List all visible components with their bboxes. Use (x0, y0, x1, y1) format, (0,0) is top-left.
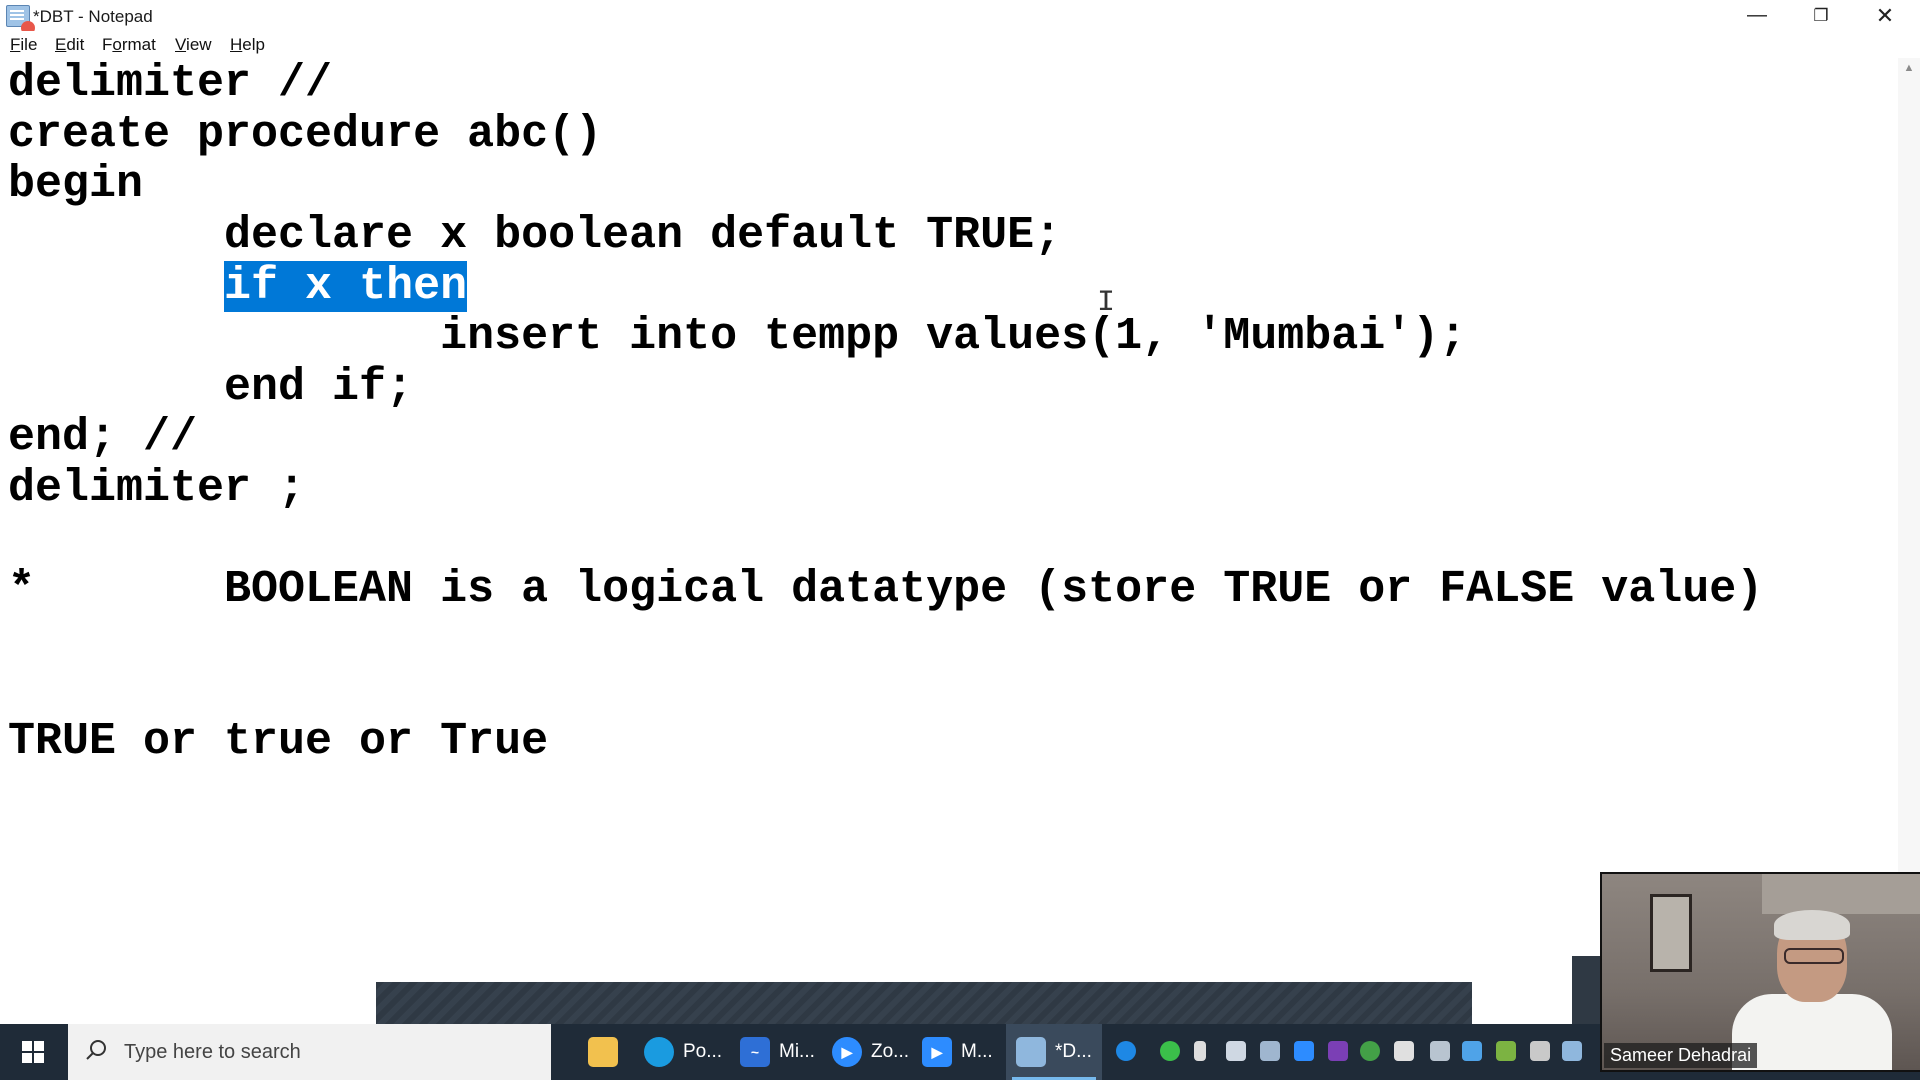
code-line: insert into tempp values(1, 'Mumbai'); (8, 311, 1467, 362)
menu-help-label: elp (242, 35, 265, 54)
maximize-button[interactable]: ❐ (1790, 0, 1852, 31)
code-line: if x then (8, 261, 468, 312)
help-icon[interactable] (1116, 1041, 1136, 1061)
taskbar-app-label: *D... (1055, 1041, 1092, 1062)
close-button[interactable]: ✕ (1854, 0, 1916, 31)
webcam-ceiling (1762, 874, 1920, 914)
notepad-icon (1016, 1037, 1046, 1067)
wifi-icon[interactable] (1430, 1041, 1450, 1061)
menu-file[interactable]: File (10, 35, 37, 55)
zoom-icon: ▶ (832, 1037, 862, 1067)
taskbar-app-label: Po... (683, 1041, 723, 1062)
scroll-up-icon[interactable]: ▲ (1898, 62, 1920, 78)
snowflake-icon[interactable] (1462, 1041, 1482, 1061)
menu-file-accel: F (10, 35, 21, 54)
code-line: declare x boolean default TRUE; (8, 210, 1062, 261)
code-line: * BOOLEAN is a logical datatype (store T… (8, 564, 1764, 615)
code-line: create procedure abc() (8, 109, 603, 160)
start-button[interactable] (0, 1024, 66, 1080)
taskbar-app-whiteboard[interactable]: ~ Mi... (740, 1024, 815, 1080)
taskbar-app-zoom-meeting[interactable]: ▶ M... (922, 1024, 993, 1080)
file-explorer-icon (588, 1037, 618, 1067)
search-placeholder: Type here to search (124, 1041, 301, 1063)
windows-logo-icon (22, 1041, 44, 1063)
menu-bar: File Edit Format View Help (0, 31, 1920, 59)
window-title: *DBT - Notepad (33, 7, 153, 26)
minimize-button[interactable]: — (1726, 0, 1788, 31)
webcam-person-glasses (1784, 948, 1844, 964)
code-line: delimiter ; (8, 463, 306, 514)
steam-icon[interactable] (1260, 1041, 1280, 1061)
code-line: delimiter // (8, 58, 333, 109)
nvidia-icon[interactable] (1496, 1041, 1516, 1061)
whiteboard-icon: ~ (740, 1037, 770, 1067)
code-line: end if; (8, 362, 414, 413)
webcam-overlay: Sameer Dehadrai (1600, 872, 1920, 1072)
menu-view-label: iew (186, 35, 212, 54)
tablet-icon[interactable] (1530, 1041, 1550, 1061)
menu-help-accel: H (230, 35, 243, 54)
background-strip (1572, 956, 1602, 1024)
leaf-icon[interactable] (1360, 1041, 1380, 1061)
menu-edit-label: dit (66, 35, 85, 54)
menu-file-label: ile (20, 35, 38, 54)
code-line: begin (8, 159, 144, 210)
title-bar: *DBT - Notepad — ❐ ✕ (0, 0, 1920, 35)
menu-edit[interactable]: Edit (55, 35, 84, 55)
microphone-icon[interactable] (1194, 1041, 1206, 1061)
code-line: TRUE or true or True (8, 716, 549, 767)
zoom-tray-icon[interactable] (1294, 1041, 1314, 1061)
taskbar-app-zoom[interactable]: ▶ Zo... (832, 1024, 909, 1080)
webcam-person-hair (1774, 910, 1850, 940)
text-cursor-icon: I (1097, 286, 1116, 320)
keyboard-icon[interactable] (1226, 1041, 1246, 1061)
menu-help[interactable]: Help (230, 35, 265, 55)
webcam-picture-frame (1650, 894, 1692, 972)
taskbar-app-edge[interactable]: Po... (644, 1024, 722, 1080)
pen-icon[interactable] (1562, 1041, 1582, 1061)
menu-format-label: Format (102, 35, 156, 54)
taskbar-search[interactable]: Type here to search (68, 1024, 551, 1080)
edge-icon (644, 1037, 674, 1067)
taskbar-app-label: Mi... (779, 1041, 815, 1062)
shield-icon[interactable] (1394, 1041, 1414, 1061)
taskbar-app-notepad[interactable]: *D... (1006, 1024, 1102, 1080)
menu-format[interactable]: Format (102, 35, 156, 55)
taskbar-app-file-explorer[interactable] (588, 1024, 627, 1080)
check-icon[interactable] (1160, 1041, 1180, 1061)
text-editor[interactable]: delimiter // create procedure abc() begi… (0, 58, 1898, 982)
menu-view-accel: V (175, 35, 187, 54)
participant-name: Sameer Dehadrai (1604, 1043, 1758, 1068)
taskbar-app-label: M... (961, 1041, 993, 1062)
menu-edit-accel: E (55, 35, 67, 54)
selected-text: if x then (224, 261, 468, 312)
search-icon (86, 1040, 106, 1060)
taskbar-app-label: Zo... (871, 1041, 910, 1062)
code-line: end; // (8, 412, 198, 463)
menu-view[interactable]: View (175, 35, 212, 55)
zoom-meeting-icon: ▶ (922, 1037, 952, 1067)
background-strip (376, 982, 1472, 1024)
onenote-icon[interactable] (1328, 1041, 1348, 1061)
vertical-scrollbar[interactable] (1898, 58, 1920, 982)
